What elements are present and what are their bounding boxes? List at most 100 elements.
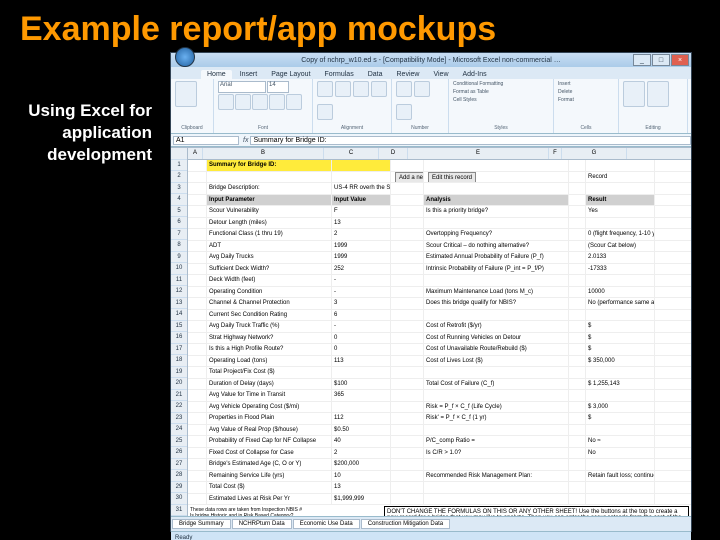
cell[interactable]: [188, 287, 207, 298]
cell[interactable]: [391, 195, 424, 206]
align-right-icon[interactable]: [353, 81, 369, 97]
cell[interactable]: [391, 333, 424, 344]
cell[interactable]: [188, 344, 207, 355]
cell[interactable]: $200,000: [332, 459, 391, 470]
cell[interactable]: Operating Condition: [207, 287, 332, 298]
cell[interactable]: Risk' = P_f × C_f (1 yr): [424, 413, 569, 424]
cell[interactable]: 0: [332, 333, 391, 344]
merge-icon[interactable]: [317, 104, 333, 120]
cell[interactable]: Risk = P_f × C_f (Life Cycle): [424, 402, 569, 413]
cell[interactable]: Bridge Description:: [207, 183, 332, 194]
cell[interactable]: [188, 241, 207, 252]
tab-review[interactable]: Review: [391, 70, 426, 79]
cell[interactable]: Total Project/Fix Cost ($): [207, 367, 332, 378]
cell[interactable]: Duration of Delay (days): [207, 379, 332, 390]
cell[interactable]: [391, 160, 424, 171]
cell[interactable]: [569, 275, 586, 286]
cell[interactable]: Analysis: [424, 195, 569, 206]
cell[interactable]: [391, 356, 424, 367]
edit-record-button[interactable]: Edit this record: [428, 172, 476, 183]
cell[interactable]: 1999: [332, 252, 391, 263]
cell[interactable]: [569, 264, 586, 275]
currency-icon[interactable]: [396, 81, 412, 97]
cell[interactable]: [424, 494, 569, 505]
cell[interactable]: [188, 494, 207, 505]
cell[interactable]: [188, 298, 207, 309]
cell[interactable]: [188, 448, 207, 459]
cell[interactable]: 40: [332, 436, 391, 447]
sheet-tab-3[interactable]: Economic Use Data: [293, 519, 360, 529]
office-button[interactable]: [175, 47, 195, 67]
cell[interactable]: [391, 413, 424, 424]
cell[interactable]: No ≈: [586, 436, 655, 447]
cell[interactable]: Deck Width (feet): [207, 275, 332, 286]
cell[interactable]: [569, 252, 586, 263]
cell[interactable]: 252: [332, 264, 391, 275]
cell[interactable]: $: [586, 413, 655, 424]
cell[interactable]: [188, 356, 207, 367]
cell[interactable]: [569, 206, 586, 217]
cell[interactable]: $100: [332, 379, 391, 390]
cell[interactable]: P/C_comp Ratio =: [424, 436, 569, 447]
cell[interactable]: [424, 425, 569, 436]
col-A[interactable]: A: [188, 148, 203, 159]
cells-delete-button[interactable]: Delete: [558, 89, 614, 95]
col-D[interactable]: D: [379, 148, 408, 159]
cell[interactable]: 0: [332, 344, 391, 355]
cell[interactable]: 0 (flight frequency, 1-10 years): [586, 229, 655, 240]
cell[interactable]: [391, 367, 424, 378]
cell[interactable]: [188, 379, 207, 390]
cell[interactable]: [569, 310, 586, 321]
cell[interactable]: Is this a priority bridge?: [424, 206, 569, 217]
cell[interactable]: 13: [332, 218, 391, 229]
cell[interactable]: [569, 160, 586, 171]
cell[interactable]: Recommended Risk Management Plan:: [424, 471, 569, 482]
cell[interactable]: 2: [332, 229, 391, 240]
cell[interactable]: [569, 471, 586, 482]
cell[interactable]: No (performance same as chosen alt): [586, 298, 655, 309]
cell[interactable]: [391, 229, 424, 240]
cell[interactable]: [391, 471, 424, 482]
border-icon[interactable]: [269, 94, 285, 110]
cell[interactable]: 10000: [586, 287, 655, 298]
cell[interactable]: [188, 333, 207, 344]
cell[interactable]: [569, 218, 586, 229]
cell[interactable]: [391, 218, 424, 229]
cell[interactable]: [188, 195, 207, 206]
cell[interactable]: $ 350,000: [586, 356, 655, 367]
cell[interactable]: [569, 183, 586, 194]
cell[interactable]: [188, 183, 207, 194]
cell[interactable]: 10: [332, 471, 391, 482]
sort-filter-icon[interactable]: [623, 81, 645, 107]
cell[interactable]: Avg Vehicle Operating Cost ($/mi): [207, 402, 332, 413]
cell[interactable]: [586, 183, 655, 194]
cell[interactable]: -17333: [586, 264, 655, 275]
cell[interactable]: 6: [332, 310, 391, 321]
cell[interactable]: [188, 310, 207, 321]
cell[interactable]: [569, 425, 586, 436]
find-select-icon[interactable]: [647, 81, 669, 107]
cell[interactable]: Cost of Unavailable Route/Rebuild ($): [424, 344, 569, 355]
cell[interactable]: 365: [332, 390, 391, 401]
cell[interactable]: Scour Vulnerability: [207, 206, 332, 217]
cell[interactable]: US-4 RR overh the SVRR on es Lane: [332, 183, 391, 194]
col-C[interactable]: C: [324, 148, 379, 159]
cell[interactable]: Total Cost ($): [207, 482, 332, 493]
sheet-tab-2[interactable]: NCHRPturn Data: [232, 519, 292, 529]
cell[interactable]: Cost of Lives Lost ($): [424, 356, 569, 367]
cell[interactable]: [424, 310, 569, 321]
bold-icon[interactable]: [218, 94, 234, 110]
cell[interactable]: Is C/R > 1.0?: [424, 448, 569, 459]
cell[interactable]: 2: [332, 448, 391, 459]
cell[interactable]: [188, 482, 207, 493]
cell[interactable]: Estimated Lives at Risk Per Yr: [207, 494, 332, 505]
cell[interactable]: [569, 379, 586, 390]
cell[interactable]: Retain fault loss; continue inspection a…: [586, 471, 655, 482]
font-size-select[interactable]: 14: [267, 81, 289, 93]
cell[interactable]: [569, 356, 586, 367]
close-button[interactable]: ×: [671, 54, 689, 66]
percent-icon[interactable]: [414, 81, 430, 97]
cell[interactable]: [569, 448, 586, 459]
cell[interactable]: 112: [332, 413, 391, 424]
fx-icon[interactable]: fx: [243, 137, 248, 144]
